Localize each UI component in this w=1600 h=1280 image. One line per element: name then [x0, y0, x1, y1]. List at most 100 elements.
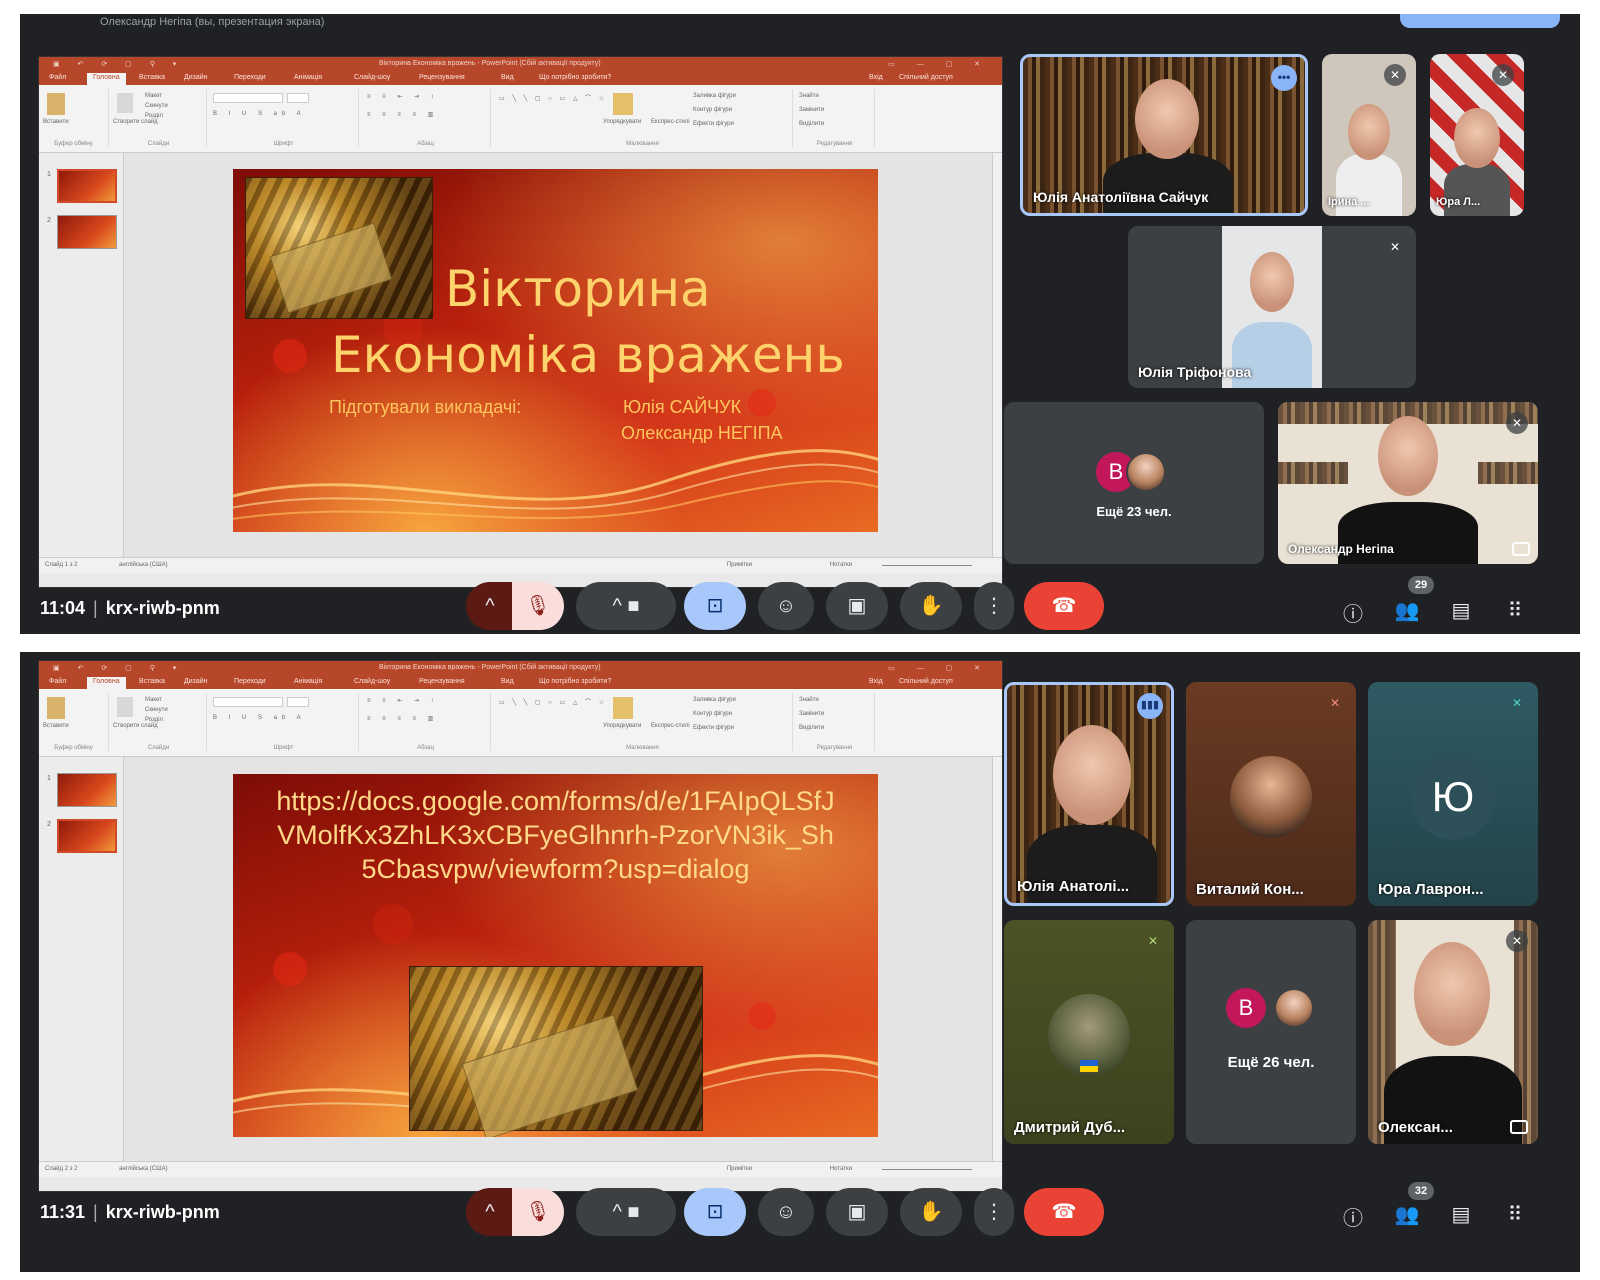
camera-button[interactable]: ^ ■: [576, 1188, 676, 1236]
new-slide-icon[interactable]: [117, 697, 133, 717]
font-name-select[interactable]: [213, 93, 283, 103]
participant-tile-speaker[interactable]: ▮▮▮ Юлія Анатолі...: [1004, 682, 1174, 906]
zoom-slider[interactable]: [882, 565, 972, 566]
mic-toggle-button[interactable]: 🎙: [512, 1188, 564, 1236]
vertical-scrollbar[interactable]: [992, 153, 1002, 573]
participant-tile[interactable]: Ю ✕ Юра Лаврон...: [1368, 682, 1538, 906]
audio-options-button[interactable]: ^: [466, 582, 514, 630]
comments-button[interactable]: Примітки: [727, 562, 752, 568]
mic-toggle-button[interactable]: 🎙: [512, 582, 564, 630]
arrange-icon[interactable]: [613, 93, 633, 115]
quick-access-icons[interactable]: ▣ ↶ ⟳ ▢ ⚲ ▾: [53, 60, 184, 68]
replace-button[interactable]: Замінити: [799, 711, 824, 717]
tab-slideshow[interactable]: Слайд-шоу: [354, 678, 390, 685]
tab-transitions[interactable]: Переходи: [234, 74, 266, 81]
shape-effects-button[interactable]: Ефекти фігури: [693, 725, 734, 731]
captions-button[interactable]: ▣: [826, 1188, 888, 1236]
paste-icon[interactable]: [47, 697, 65, 719]
find-button[interactable]: Знайти: [799, 93, 819, 99]
slide-thumbnail-2[interactable]: [57, 215, 117, 249]
signin-link[interactable]: Вхід: [869, 678, 883, 685]
raise-hand-button[interactable]: ✋: [900, 1188, 962, 1236]
tab-home[interactable]: Головна: [87, 677, 126, 689]
participant-tile[interactable]: ✕ Ірина ...: [1322, 54, 1416, 216]
participant-tile-self[interactable]: ✕ Олексан...: [1368, 920, 1538, 1144]
list-icons[interactable]: ≡ ≡ ⇤ ⇥ ↕: [367, 93, 439, 100]
tab-design[interactable]: Дизайн: [184, 678, 208, 685]
section-button[interactable]: Розділ: [145, 113, 163, 119]
quick-styles-label[interactable]: Експрес-стилі: [651, 119, 690, 125]
more-options-icon[interactable]: •••: [1271, 65, 1297, 91]
tell-me-box[interactable]: Що потрібно зробити?: [539, 678, 611, 685]
reset-button[interactable]: Скинути: [145, 707, 168, 713]
signin-link[interactable]: Вхід: [869, 74, 883, 81]
tab-home[interactable]: Головна: [87, 73, 126, 85]
more-participants-tile[interactable]: B Ещё 23 чел.: [1004, 402, 1264, 564]
font-size-select[interactable]: [287, 93, 309, 103]
zoom-slider[interactable]: [882, 1169, 972, 1170]
more-participants-tile[interactable]: B Ещё 26 чел.: [1186, 920, 1356, 1144]
tab-design[interactable]: Дизайн: [184, 74, 208, 81]
end-call-button[interactable]: ☎: [1024, 582, 1104, 630]
shapes-gallery[interactable]: ▭ ╲ ╲ ▢ ○ ▭ △ ⌒ ☆: [499, 697, 607, 706]
tab-insert[interactable]: Вставка: [139, 74, 165, 81]
slide-thumbnail-1[interactable]: [57, 169, 117, 203]
tab-slideshow[interactable]: Слайд-шоу: [354, 74, 390, 81]
align-icons[interactable]: ≡ ≡ ≡ ≡ ▥: [367, 715, 438, 722]
font-name-select[interactable]: [213, 697, 283, 707]
camera-button[interactable]: ^ ■: [576, 582, 676, 630]
comments-button[interactable]: Примітки: [727, 1166, 752, 1172]
shape-fill-button[interactable]: Заливка фігури: [693, 93, 736, 99]
find-button[interactable]: Знайти: [799, 697, 819, 703]
shape-outline-button[interactable]: Контур фігури: [693, 107, 732, 113]
participant-tile-speaker[interactable]: ••• Юлія Анатоліївна Сайчук: [1020, 54, 1308, 216]
tell-me-box[interactable]: Що потрібно зробити?: [539, 74, 611, 81]
emoji-button[interactable]: ☺: [758, 582, 814, 630]
list-icons[interactable]: ≡ ≡ ⇤ ⇥ ↕: [367, 697, 439, 704]
end-call-button[interactable]: ☎: [1024, 1188, 1104, 1236]
present-button[interactable]: ⊡: [684, 582, 746, 630]
shape-effects-button[interactable]: Ефекти фігури: [693, 121, 734, 127]
tab-review[interactable]: Рецензування: [419, 74, 465, 81]
info-icon[interactable]: ⓘ: [1338, 598, 1368, 627]
tab-file[interactable]: Файл: [49, 74, 66, 81]
layout-button[interactable]: Макет: [145, 697, 162, 703]
select-button[interactable]: Виділити: [799, 121, 824, 127]
notes-button[interactable]: Нотатки: [830, 1166, 852, 1172]
chat-icon[interactable]: ▤: [1446, 598, 1476, 623]
new-slide-icon[interactable]: [117, 93, 133, 113]
slide-thumbnail-1[interactable]: [57, 773, 117, 807]
more-options-button[interactable]: ⋮: [974, 1188, 1014, 1236]
captions-button[interactable]: ▣: [826, 582, 888, 630]
vertical-scrollbar[interactable]: [992, 757, 1002, 1177]
stop-presenting-button[interactable]: [1400, 14, 1560, 28]
quick-access-icons[interactable]: ▣ ↶ ⟳ ▢ ⚲ ▾: [53, 664, 184, 672]
shapes-gallery[interactable]: ▭ ╲ ╲ ▢ ○ ▭ △ ⌒ ☆: [499, 93, 607, 102]
arrange-icon[interactable]: [613, 697, 633, 719]
font-format-icons[interactable]: B I U S ab A: [213, 111, 306, 117]
tab-animations[interactable]: Анімація: [294, 74, 322, 81]
activities-icon[interactable]: ⠿: [1500, 1202, 1530, 1227]
participant-tile-self[interactable]: ✕ Олександр Негіпа: [1278, 402, 1538, 564]
select-button[interactable]: Виділити: [799, 725, 824, 731]
raise-hand-button[interactable]: ✋: [900, 582, 962, 630]
tab-insert[interactable]: Вставка: [139, 678, 165, 685]
shape-outline-button[interactable]: Контур фігури: [693, 711, 732, 717]
tab-animations[interactable]: Анімація: [294, 678, 322, 685]
tab-file[interactable]: Файл: [49, 678, 66, 685]
tab-view[interactable]: Вид: [501, 74, 514, 81]
emoji-button[interactable]: ☺: [758, 1188, 814, 1236]
slide-canvas[interactable]: https://docs.google.com/forms/d/e/1FAIpQ…: [233, 774, 878, 1137]
present-button[interactable]: ⊡: [684, 1188, 746, 1236]
tab-transitions[interactable]: Переходи: [234, 678, 266, 685]
quick-styles-label[interactable]: Експрес-стилі: [651, 723, 690, 729]
section-button[interactable]: Розділ: [145, 717, 163, 723]
people-icon[interactable]: 👥: [1392, 598, 1422, 623]
participant-tile[interactable]: ✕ Юлія Тріфонова: [1128, 226, 1416, 388]
tab-view[interactable]: Вид: [501, 678, 514, 685]
paste-icon[interactable]: [47, 93, 65, 115]
participant-tile[interactable]: ✕ Виталий Кон...: [1186, 682, 1356, 906]
activities-icon[interactable]: ⠿: [1500, 598, 1530, 623]
share-link[interactable]: Спільний доступ: [899, 678, 953, 685]
participant-tile[interactable]: ✕ Дмитрий Дуб...: [1004, 920, 1174, 1144]
